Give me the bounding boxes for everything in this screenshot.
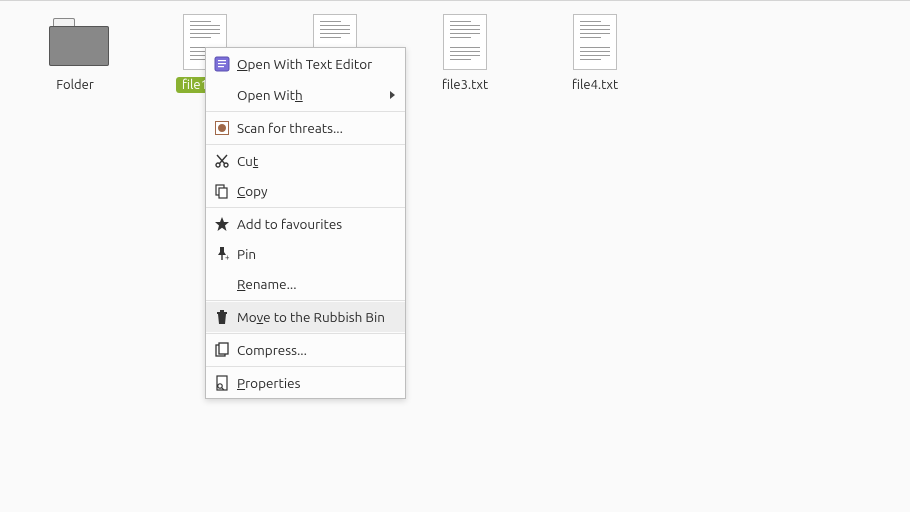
- compress-icon: [214, 342, 230, 358]
- item-label: file3.txt: [436, 77, 494, 93]
- item-label: Folder: [50, 77, 100, 93]
- menu-separator: [206, 366, 405, 367]
- copy-icon: [214, 183, 230, 199]
- menu-label: Rename...: [237, 276, 395, 292]
- desktop-file[interactable]: file3.txt: [400, 13, 530, 93]
- menu-rename[interactable]: Rename...: [206, 269, 405, 299]
- pin-icon: +: [214, 246, 230, 262]
- text-file-icon: [573, 14, 617, 70]
- menu-open-with-text-editor[interactable]: Open With Text Editor: [206, 48, 405, 80]
- properties-icon: [214, 375, 230, 391]
- menu-label: Pin: [237, 246, 395, 262]
- star-icon: [214, 216, 230, 232]
- menu-scan-for-threats[interactable]: Scan for threats...: [206, 113, 405, 143]
- blank-icon: [214, 276, 230, 292]
- menu-label: Scan for threats...: [237, 120, 395, 136]
- text-editor-icon: [214, 56, 230, 72]
- shield-icon: [214, 120, 230, 136]
- menu-separator: [206, 300, 405, 301]
- menu-label: Open With: [237, 87, 383, 103]
- item-label: file4.txt: [566, 77, 624, 93]
- menu-separator: [206, 144, 405, 145]
- folder-icon: [49, 18, 101, 66]
- menu-label: Properties: [237, 375, 395, 391]
- menu-cut[interactable]: Cut: [206, 146, 405, 176]
- menu-separator: [206, 333, 405, 334]
- text-file-icon: [443, 14, 487, 70]
- file-manager-view[interactable]: Folderfile1.txtfile2.txtfile3.txtfile4.t…: [0, 1, 910, 512]
- menu-add-to-favourites[interactable]: Add to favourites: [206, 209, 405, 239]
- desktop-folder[interactable]: Folder: [10, 13, 140, 93]
- menu-label: Copy: [237, 183, 395, 199]
- blank-icon: [214, 87, 230, 103]
- menu-label: Compress...: [237, 342, 395, 358]
- menu-open-with[interactable]: Open With: [206, 80, 405, 110]
- menu-copy[interactable]: Copy: [206, 176, 405, 206]
- menu-properties[interactable]: Properties: [206, 368, 405, 398]
- menu-label: Open With Text Editor: [237, 56, 395, 72]
- submenu-arrow-icon: [390, 91, 395, 99]
- desktop-file[interactable]: file4.txt: [530, 13, 660, 93]
- svg-text:+: +: [225, 253, 230, 262]
- menu-compress[interactable]: Compress...: [206, 335, 405, 365]
- menu-pin[interactable]: + Pin: [206, 239, 405, 269]
- menu-label: Cut: [237, 153, 395, 169]
- menu-label: Add to favourites: [237, 216, 395, 232]
- trash-icon: [214, 309, 230, 325]
- context-menu: Open With Text Editor Open With Scan for…: [205, 47, 406, 399]
- menu-label: Move to the Rubbish Bin: [237, 309, 395, 325]
- menu-separator: [206, 207, 405, 208]
- menu-separator: [206, 111, 405, 112]
- scissors-icon: [214, 153, 230, 169]
- menu-move-to-rubbish-bin[interactable]: Move to the Rubbish Bin: [206, 302, 405, 332]
